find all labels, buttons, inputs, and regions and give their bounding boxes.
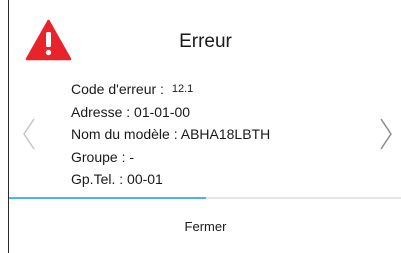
dialog-title: Erreur [179, 31, 232, 52]
model-name-value: ABHA18LBTH [180, 126, 271, 142]
page-progress-fill [9, 197, 206, 199]
previous-arrow-icon[interactable] [22, 117, 36, 151]
group-label: Groupe : [71, 148, 130, 165]
group-row: Groupe : - [71, 146, 270, 169]
address-value: 01-01-00 [134, 103, 191, 120]
gp-tel-label: Gp.Tel. : [71, 171, 128, 187]
address-label: Adresse : [71, 103, 135, 120]
error-code-label: Code d'erreur : [71, 81, 168, 97]
error-code-row: Code d'erreur : 12.1 [71, 78, 270, 101]
error-details: Code d'erreur : 12.1 Adresse : 01-01-00 … [71, 78, 270, 191]
gp-tel-row: Gp.Tel. : 00-01 [71, 168, 270, 191]
group-value: - [129, 148, 135, 165]
gp-tel-value: 00-01 [127, 171, 163, 187]
close-button[interactable]: Fermer [9, 200, 401, 253]
next-arrow-icon[interactable] [379, 117, 393, 151]
error-code-value: 12.1 [171, 83, 194, 95]
model-name-row: Nom du modèle : ABHA18LBTH [71, 123, 270, 146]
page-progress-track [9, 197, 401, 199]
address-row: Adresse : 01-01-00 [71, 101, 270, 124]
model-name-label: Nom du modèle : [71, 126, 181, 142]
error-dialog: Erreur Code d'erreur : 12.1 Adresse : 01… [8, 0, 401, 253]
